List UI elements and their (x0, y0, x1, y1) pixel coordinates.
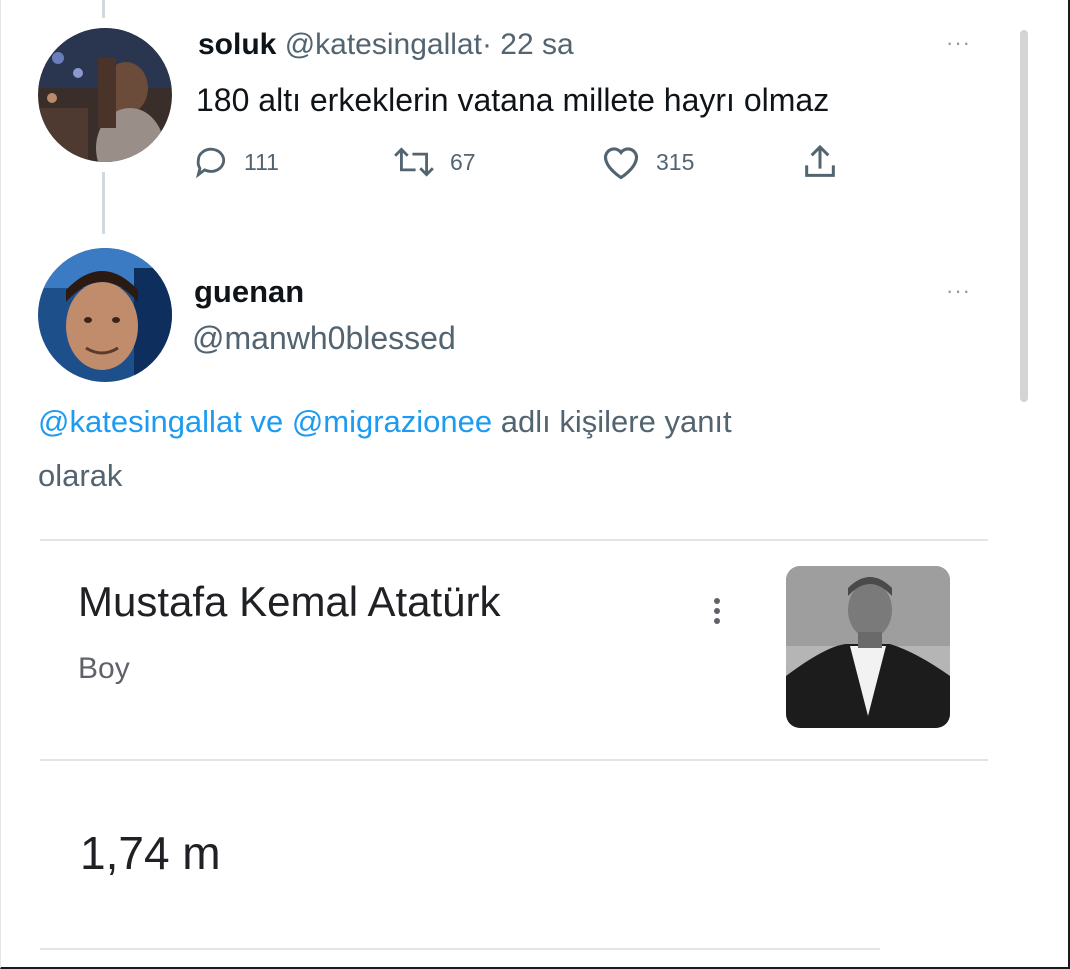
mention-katesingallat[interactable]: @katesingallat (38, 404, 242, 439)
tweet-time[interactable]: 22 sa (500, 28, 573, 61)
heart-icon (603, 147, 639, 180)
tweet-handle[interactable]: @katesingallat (285, 28, 482, 61)
card-portrait[interactable] (786, 566, 950, 728)
card-divider-top (40, 539, 988, 541)
share-action[interactable] (800, 142, 854, 182)
like-count: 315 (656, 148, 695, 175)
like-action[interactable]: 315 (600, 142, 694, 182)
reply-action[interactable]: 111 (192, 142, 279, 182)
tweet-more-icon[interactable]: ··· (946, 32, 971, 54)
reply-more-icon[interactable]: ··· (946, 280, 971, 302)
tweet-display-name[interactable]: soluk (198, 28, 276, 61)
replying-suffix-line2: olarak (38, 458, 123, 493)
tweet-text: 180 altı erkeklerin vatana millete hayrı… (196, 82, 830, 118)
retweet-icon (394, 147, 434, 177)
card-title[interactable]: Mustafa Kemal Atatürk (78, 578, 501, 626)
card-divider-middle (40, 759, 988, 761)
thread-line-bottom (102, 172, 105, 234)
card-value: 1,74 m (80, 827, 221, 879)
reply-icon (195, 147, 226, 179)
mention-conjunction: ve (250, 404, 284, 439)
avatar-guenan[interactable] (38, 248, 172, 382)
reply-handle[interactable]: @manwh0blessed (192, 320, 456, 357)
avatar-soluk[interactable] (38, 28, 172, 162)
retweet-action[interactable]: 67 (392, 142, 476, 182)
share-icon (805, 144, 835, 177)
reply-display-name[interactable]: guenan (194, 274, 304, 310)
replying-to: @katesingallat ve @migrazionee adlı kişi… (38, 404, 732, 440)
tweet-header: soluk @katesingallat· 22 sa (198, 28, 574, 62)
scrollbar[interactable] (1020, 30, 1028, 402)
screenshot-frame (0, 0, 1070, 969)
card-divider-bottom (40, 948, 880, 950)
replying-suffix: adlı kişilere yanıt (500, 404, 732, 439)
tweet-separator: · (481, 28, 492, 61)
thread-line-top (102, 0, 105, 18)
reply-count: 111 (244, 148, 279, 175)
mention-migrazionee[interactable]: @migrazionee (292, 404, 492, 439)
retweet-count: 67 (450, 148, 476, 175)
card-menu-icon[interactable] (712, 598, 722, 632)
card-subtitle: Boy (78, 652, 130, 685)
